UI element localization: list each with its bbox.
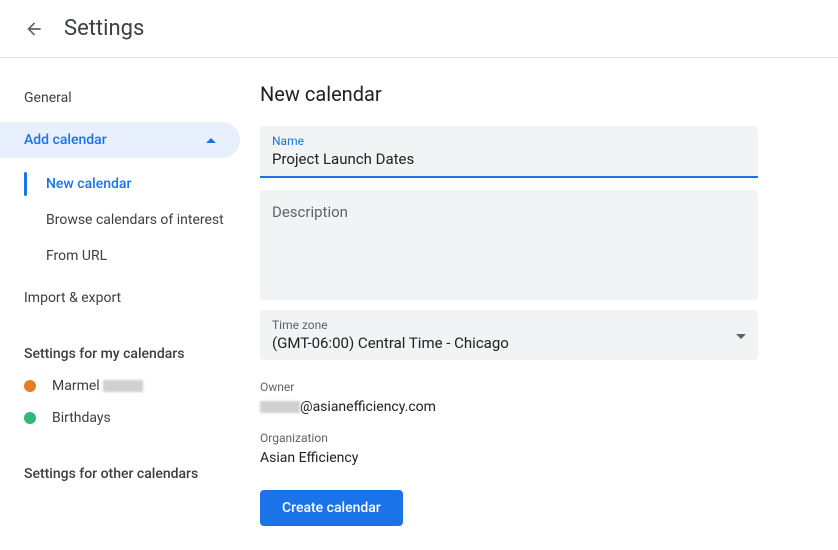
calendar-item-label: Marmel — [52, 378, 143, 394]
settings-header: Settings — [0, 0, 838, 58]
form-title: New calendar — [260, 82, 758, 106]
calendar-item-label: Birthdays — [52, 410, 111, 426]
timezone-select[interactable]: Time zone (GMT-06:00) Central Time - Chi… — [260, 310, 758, 360]
timezone-value: (GMT-06:00) Central Time - Chicago — [272, 332, 736, 354]
create-calendar-button[interactable]: Create calendar — [260, 490, 403, 526]
chevron-up-icon — [206, 138, 216, 143]
owner-value: @asianefficiency.com — [260, 399, 436, 415]
sidebar-item-label: Add calendar — [24, 132, 107, 148]
sidebar-subitem-new-calendar[interactable]: New calendar — [26, 166, 260, 202]
my-calendars-section-title: Settings for my calendars — [0, 338, 260, 370]
sidebar-item-import-export[interactable]: Import & export — [0, 282, 260, 314]
calendar-item-birthdays[interactable]: Birthdays — [0, 402, 260, 434]
sidebar-subitem-from-url[interactable]: From URL — [26, 238, 260, 274]
calendar-color-dot — [24, 412, 36, 424]
timezone-label: Time zone — [272, 318, 736, 332]
description-placeholder: Description — [272, 203, 348, 221]
organization-field: Organization Asian Efficiency — [260, 431, 758, 466]
owner-label: Owner — [260, 380, 758, 394]
organization-label: Organization — [260, 431, 758, 445]
other-calendars-section-title: Settings for other calendars — [0, 458, 260, 490]
name-field-container: Name — [260, 126, 758, 178]
settings-sidebar: General Add calendar New calendar Browse… — [0, 58, 260, 550]
calendar-item-marmel[interactable]: Marmel — [0, 370, 260, 402]
name-field-label: Name — [272, 134, 746, 148]
description-field[interactable]: Description — [260, 190, 758, 300]
organization-value: Asian Efficiency — [260, 450, 358, 466]
sidebar-item-general[interactable]: General — [0, 82, 260, 114]
chevron-down-icon — [736, 334, 746, 339]
sidebar-item-add-calendar[interactable]: Add calendar — [0, 122, 240, 158]
back-arrow-icon[interactable] — [24, 19, 44, 39]
main-content: New calendar Name Description Time zone … — [260, 58, 838, 550]
calendar-color-dot — [24, 380, 36, 392]
owner-field: Owner @asianefficiency.com — [260, 380, 758, 415]
page-title: Settings — [64, 16, 144, 41]
sidebar-subitem-browse[interactable]: Browse calendars of interest — [26, 202, 260, 238]
name-input[interactable] — [272, 148, 746, 170]
